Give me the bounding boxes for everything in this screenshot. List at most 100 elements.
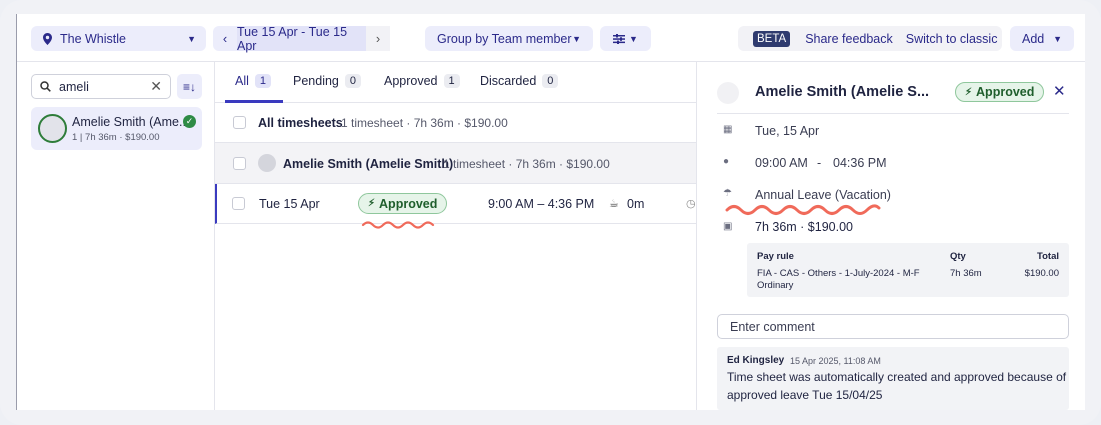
annotation-squiggle [361,221,435,229]
location-label: The Whistle [60,31,126,46]
chevron-down-icon: ▼ [1053,33,1062,44]
search-input[interactable] [59,79,137,94]
clock-icon: ● [723,156,730,167]
timesheets-app: The Whistle ▼ ‹ Tue 15 Apr - Tue 15 Apr … [16,14,1085,410]
tab-pending[interactable]: Pending 0 [293,74,361,88]
tab-count: 0 [344,74,361,88]
clock-icon: ◷ [686,198,696,210]
detail-date: Tue, 15 Apr [755,124,820,138]
all-timesheets-summary: 1 timesheet · 7h 36m · $190.00 [341,116,508,130]
location-select[interactable]: The Whistle ▼ [31,26,206,51]
next-date-button[interactable]: › [366,26,390,51]
detail-end-time: 04:36 PM [833,156,887,170]
note-text-line1: Time sheet was automatically created and… [727,370,1067,384]
team-member-panel: ✕ ≡↓ Amelie Smith (Ame... 1 | 7h 36m · $… [17,62,215,410]
window-frame: The Whistle ▼ ‹ Tue 15 Apr - Tue 15 Apr … [0,0,1101,425]
previous-date-button[interactable]: ‹ [213,26,237,51]
search-icon [40,81,51,92]
comment-input[interactable] [717,314,1069,339]
tab-label: Discarded [480,74,537,88]
select-all-checkbox[interactable] [233,116,246,129]
team-member-summary: 1 | 7h 36m · $190.00 [72,132,160,143]
chevron-right-icon: › [375,31,381,46]
avatar [258,154,276,172]
detail-name: Amelie Smith (Amelie S... [755,84,930,100]
tab-count: 0 [542,74,559,88]
note-text-line2: approved leave Tue 15/04/25 [727,388,883,402]
lightning-icon: ⚡︎ [368,198,376,209]
timesheet-time: 9:00 AM – 4:36 PM [488,197,595,211]
pay-rule-header: Pay rule [757,251,794,262]
all-timesheets-row[interactable]: All timesheets 1 timesheet · 7h 36m · $1… [215,103,696,143]
team-member-group-row[interactable]: Amelie Smith (Amelie Smith) 1 timesheet … [215,143,696,184]
timesheet-list: All 1 Pending 0 Approved 1 Discarded 0 A… [215,62,696,410]
team-member-name: Amelie Smith (Ame... [72,115,190,129]
qty-header: Qty [950,251,966,262]
sort-icon: ≡↓ [182,79,196,94]
detail-leave-type: Annual Leave (Vacation) [755,188,891,202]
chevron-down-icon: ▼ [629,33,638,44]
time-separator: - [817,156,822,170]
status-label: Approved [976,85,1035,99]
pay-rule-table: Pay rule Qty Total FIA - CAS - Others - … [747,243,1069,297]
toolbar: The Whistle ▼ ‹ Tue 15 Apr - Tue 15 Apr … [17,14,1085,62]
search-box: ✕ [31,74,171,99]
group-title: Amelie Smith (Amelie Smith) [283,157,454,171]
group-by-select[interactable]: Group by Team member ▼ [425,26,593,51]
date-range-button[interactable]: Tue 15 Apr - Tue 15 Apr [237,25,366,53]
umbrella-icon: ☂︎ [723,188,732,199]
chevron-left-icon: ‹ [222,31,228,46]
share-feedback-link[interactable]: Share feedback [805,32,893,46]
timesheet-date: Tue 15 Apr [259,197,320,211]
add-button[interactable]: Add ▼ [1010,26,1074,51]
detail-start-time: 09:00 AM [755,156,808,170]
location-pin-icon [43,32,52,45]
tab-discarded[interactable]: Discarded 0 [480,74,559,88]
tab-count: 1 [254,74,272,88]
detail-total: 7h 36m · $190.00 [755,220,853,234]
note-author: Ed Kingsley [727,355,785,366]
tab-all[interactable]: All 1 [235,74,272,88]
tab-approved[interactable]: Approved 1 [384,74,460,88]
avatar [38,114,67,143]
break-duration: 0m [627,197,645,211]
chevron-down-icon: ▼ [572,33,581,44]
date-navigator: ‹ Tue 15 Apr - Tue 15 Apr › [213,25,390,53]
coffee-icon: ☕︎ [609,198,619,210]
check-circle-icon: ✓ [183,115,196,128]
pay-rule-type: Ordinary [757,280,794,291]
status-badge: ⚡︎ Approved [358,193,448,214]
sliders-icon [613,33,626,44]
divider [717,113,1069,114]
beta-bar: BETA Share feedback Switch to classic [738,26,1002,51]
clear-search-icon[interactable]: ✕ [150,78,162,95]
pay-rule-total: $190.00 [1024,268,1059,279]
group-by-label: Group by Team member [437,31,572,46]
column-settings-button[interactable]: ▼ [600,26,651,51]
timesheet-checkbox[interactable] [232,197,245,210]
tab-label: Pending [293,74,339,88]
close-icon[interactable]: ✕ [1053,82,1066,100]
activity-note: Ed Kingsley 15 Apr 2025, 11:08 AM Time s… [717,347,1069,410]
chevron-down-icon: ▼ [187,33,196,44]
pay-rule-qty: 7h 36m [950,268,982,279]
calendar-icon: ▦ [723,124,733,135]
team-member-item[interactable]: Amelie Smith (Ame... 1 | 7h 36m · $190.0… [31,107,202,150]
status-tabs: All 1 Pending 0 Approved 1 Discarded 0 [215,62,696,103]
pay-rule-name: FIA - CAS - Others - 1-July-2024 - M-F [757,268,920,279]
sort-button[interactable]: ≡↓ [177,74,202,99]
switch-to-classic-link[interactable]: Switch to classic [906,32,998,46]
add-label: Add [1022,31,1045,46]
tab-label: Approved [384,74,438,88]
total-header: Total [1037,251,1059,262]
avatar [717,82,739,104]
timesheet-row[interactable]: Tue 15 Apr ⚡︎ Approved 9:00 AM – 4:36 PM… [215,184,696,224]
note-timestamp: 15 Apr 2025, 11:08 AM [790,356,881,366]
all-timesheets-title: All timesheets [258,116,343,130]
annotation-squiggle [725,204,881,215]
wallet-icon: ▣ [723,221,733,232]
beta-badge: BETA [753,30,791,47]
group-checkbox[interactable] [233,157,246,170]
status-label: Approved [379,196,438,211]
timesheet-detail-panel: Amelie Smith (Amelie S... ⚡︎ Approved ✕ … [696,62,1085,410]
